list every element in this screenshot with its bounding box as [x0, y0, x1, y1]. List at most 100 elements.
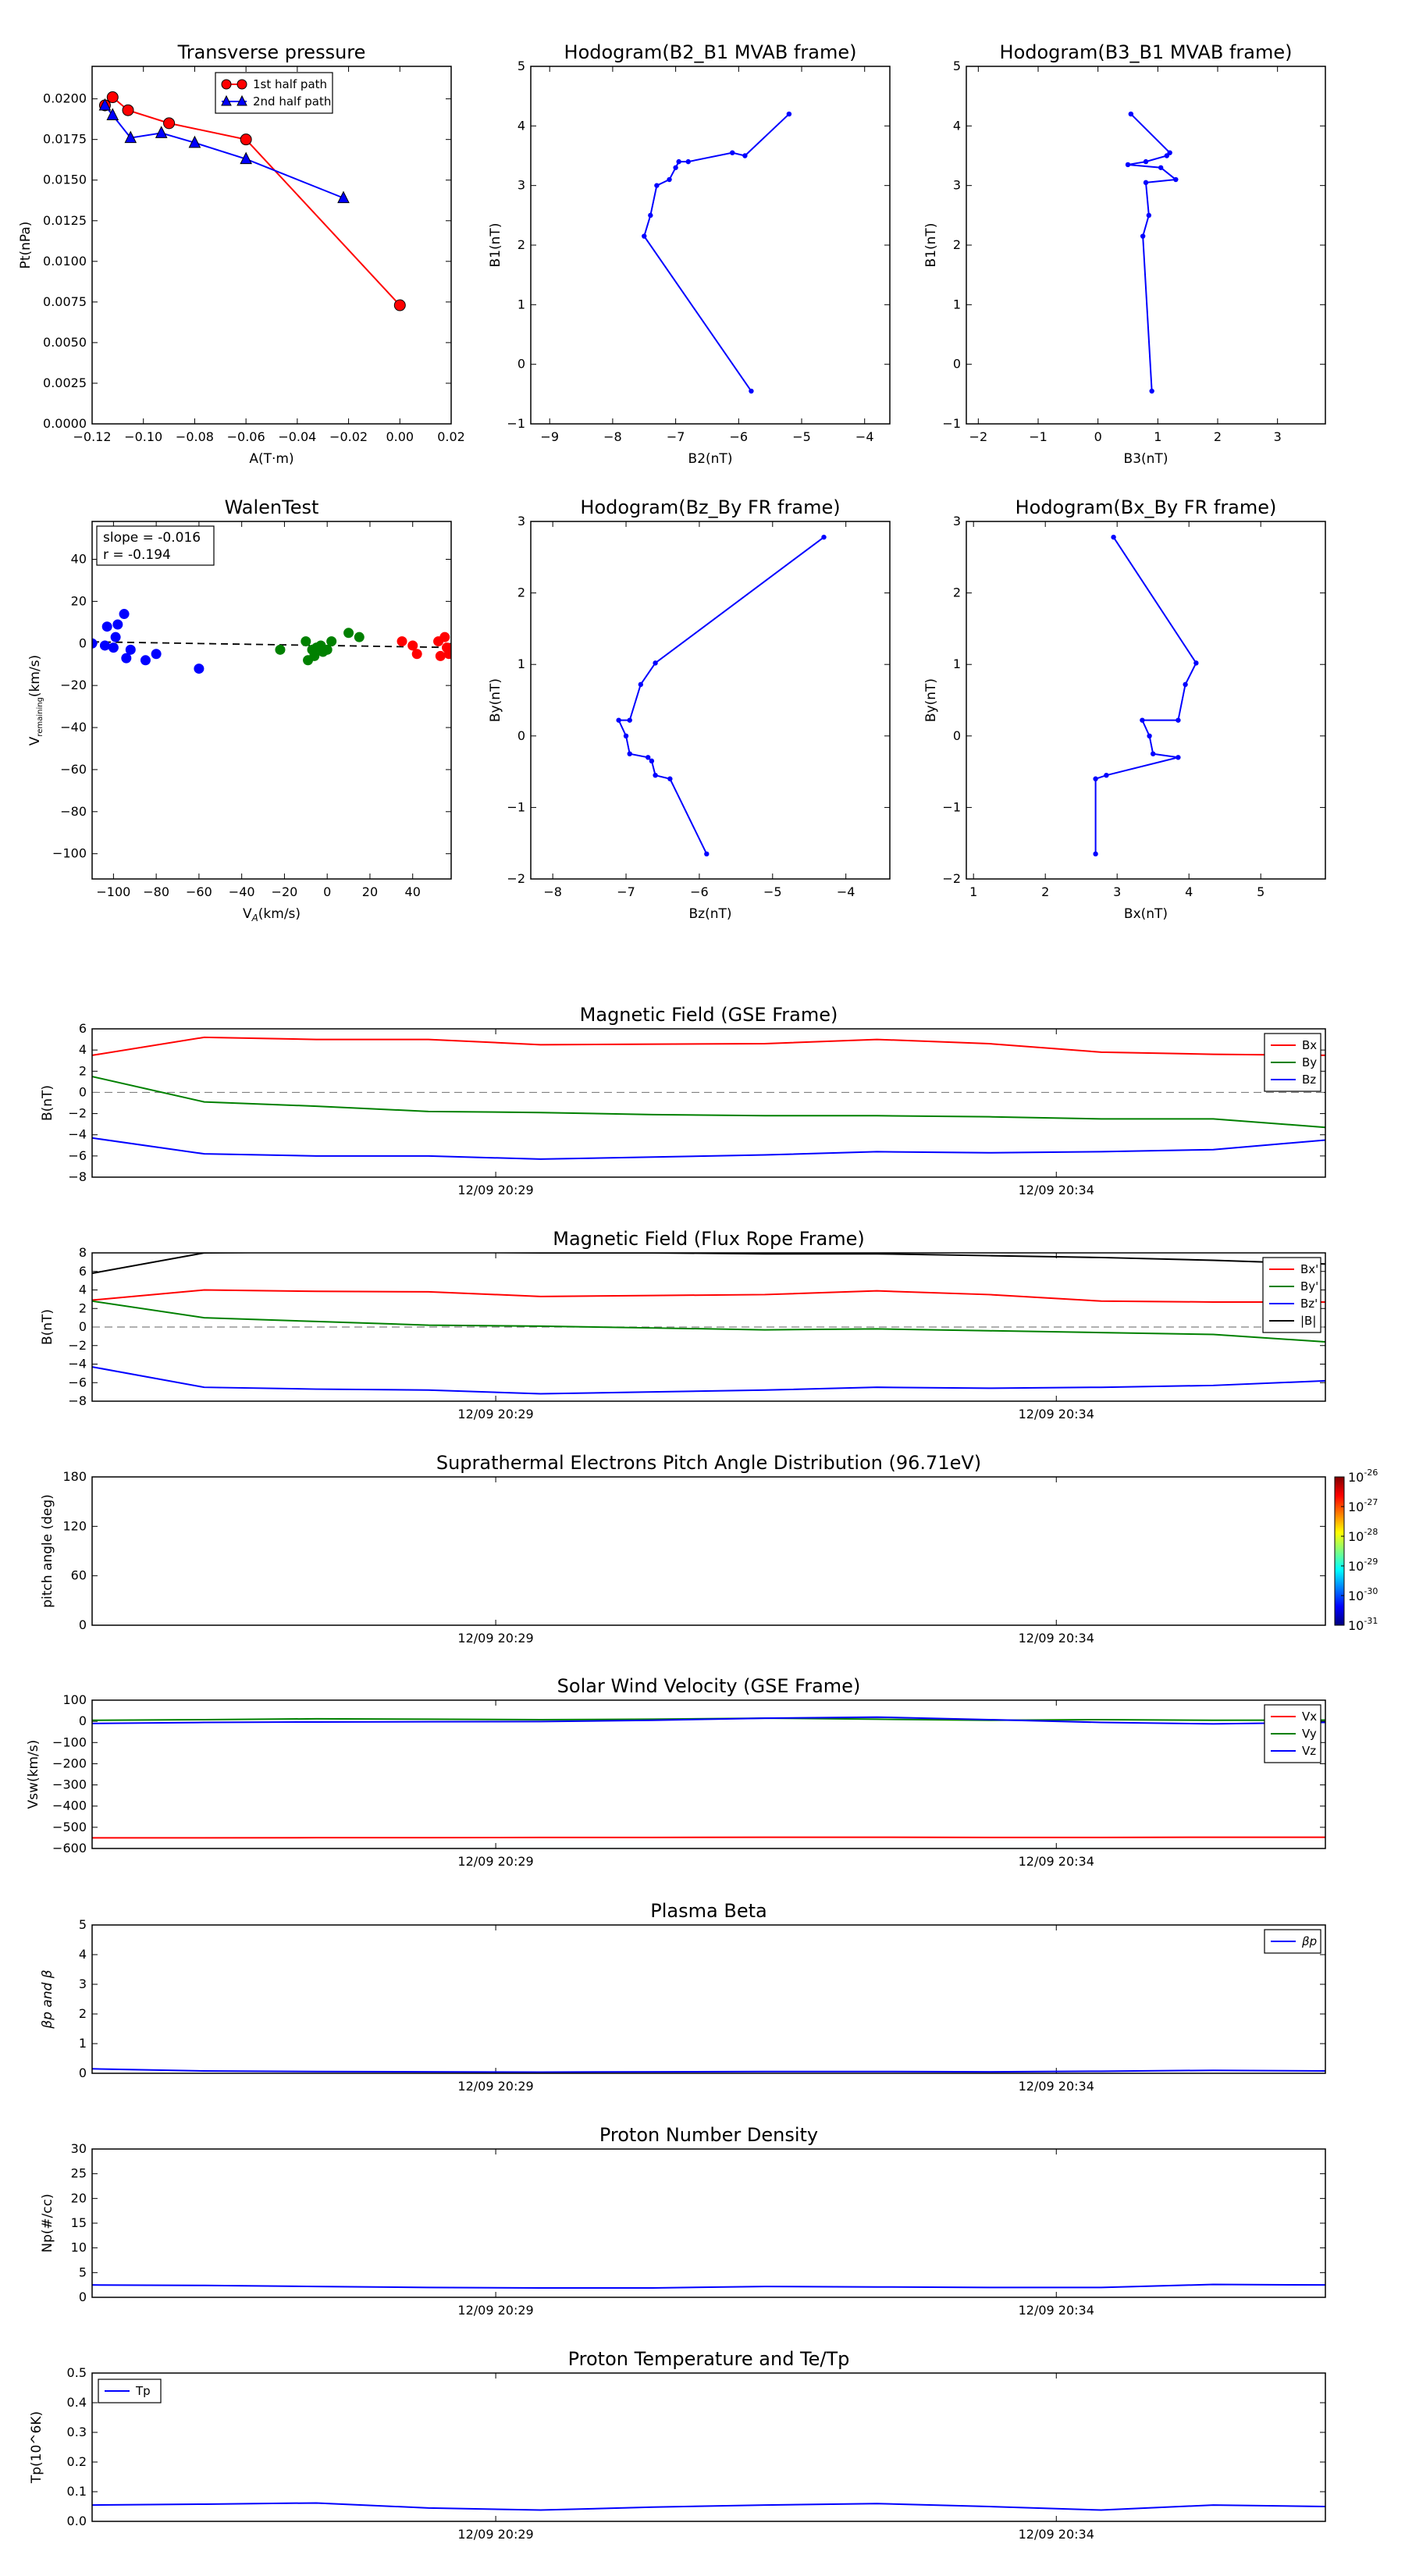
proton-temperature-frame	[91, 2372, 1326, 2522]
hodogram-bz-by-ytick-label: 0	[518, 728, 525, 743]
colorbar-exponent: -30	[1364, 1586, 1378, 1596]
mag-fr-ylabel: B(nT)	[40, 1309, 55, 1345]
hodogram-bz-by-ytick-label: 3	[518, 514, 525, 528]
hodogram-bz-by-title: Hodogram(Bz_By FR frame)	[580, 496, 840, 518]
colorbar-exponent: -28	[1364, 1527, 1378, 1537]
hodogram-b3-b1-ylabel: B1(nT)	[923, 223, 939, 268]
sw-velocity-panel: Solar Wind Velocity (GSE Frame) −600 −500 −…	[26, 1675, 1326, 1869]
mag-fr-ytick-label: 4	[79, 1283, 87, 1297]
mag-gse-series-bz-line	[92, 1137, 1325, 1160]
proton-temperature-series-tp-line	[92, 2502, 1325, 2511]
mag-fr-panel: Magnetic Field (Flux Rope Frame) −8 −6 −4 −2…	[40, 1228, 1326, 1421]
hodogram-b3-b1-series-0-point	[1173, 176, 1179, 183]
walen-test-xtick-label: −60	[186, 884, 212, 899]
walen-test-xlabel: VA(km/s)	[243, 906, 301, 923]
mag-gse-title: Magnetic Field (GSE Frame)	[580, 1004, 838, 1026]
hodogram-bx-by-ytick-label: −2	[942, 871, 961, 886]
proton-temperature-ytick-label: 0.0	[67, 2514, 87, 2528]
mag-fr-title: Magnetic Field (Flux Rope Frame)	[553, 1228, 864, 1250]
transverse-pressure-xtick-label: −0.06	[227, 429, 265, 444]
mag-fr-ytick-label: 2	[79, 1300, 87, 1315]
mag-gse-legend-label: By	[1302, 1055, 1317, 1069]
mag-fr-ytick-label: −4	[68, 1357, 87, 1372]
transverse-pressure-legend-marker	[237, 79, 247, 90]
hodogram-bx-by-ytick-label: 3	[953, 514, 961, 528]
pitch-angle-ytick-label: 60	[71, 1568, 87, 1583]
figure-canvas: Transverse pressure0.00000.00250.00500.0…	[18, 41, 1378, 2542]
plasma-beta-data	[92, 2068, 1325, 2073]
walen-test-series-2-point	[411, 649, 422, 660]
hodogram-bx-by-series-0-point	[1093, 851, 1098, 857]
transverse-pressure-xtick-label: −0.12	[73, 429, 111, 444]
pitch-angle-ytick-label: 0	[79, 1617, 87, 1632]
proton-density-data	[92, 2283, 1325, 2289]
proton-density-ytick-label: 0	[79, 2290, 87, 2304]
transverse-pressure-title: Transverse pressure	[177, 41, 366, 63]
colorbar-base: 10	[1348, 1529, 1364, 1544]
hodogram-b2-b1-series-0-point	[685, 158, 691, 165]
walen-test-series-1-point	[326, 636, 337, 647]
mag-gse-legend-label: Bz	[1302, 1073, 1316, 1087]
mag-fr-legend-label: Bz'	[1300, 1297, 1318, 1311]
walen-test-xtick-label: 0	[323, 884, 331, 899]
hodogram-b2-b1-title: Hodogram(B2_B1 MVAB frame)	[564, 41, 857, 63]
hodogram-b2-b1-xtick-label: −4	[855, 429, 874, 444]
proton-density-frame	[91, 2148, 1326, 2298]
hodogram-b3-b1-series-0-point	[1125, 162, 1131, 168]
pitch-angle-colorbar-label: 10-28	[1348, 1527, 1378, 1544]
hodogram-bz-by-series-0-point	[653, 772, 658, 778]
mag-gse-legend-label: Bx	[1302, 1038, 1317, 1052]
hodogram-b3-b1-ytick-label: 5	[953, 59, 961, 73]
hodogram-b2-b1-ylabel: B1(nT)	[488, 223, 503, 268]
hodogram-bz-by-series-0-point	[627, 717, 632, 723]
mag-gse-ytick-label: −6	[68, 1148, 87, 1163]
pitch-angle-panel: Suprathermal Electrons Pitch Angle Distr…	[40, 1452, 1378, 1646]
proton-density-xtick-label: 12/09 20:29	[457, 2303, 533, 2318]
transverse-pressure-panel: Transverse pressure0.00000.00250.00500.0…	[18, 41, 465, 467]
hodogram-b3-b1-series-0-point	[1143, 158, 1149, 165]
pitch-angle-ytick-label: 120	[62, 1518, 87, 1533]
transverse-pressure-xlabel: A(T·m)	[249, 451, 293, 467]
proton-density-ytick-label: 30	[71, 2141, 87, 2156]
colorbar-exponent: -31	[1364, 1616, 1378, 1626]
proton-density-series-0-line	[92, 2283, 1325, 2289]
hodogram-bz-by-ytick-label: −2	[507, 871, 525, 886]
figure-layer: Transverse pressure0.00000.00250.00500.0…	[18, 41, 1378, 2542]
walen-test-xtick-label: −100	[96, 884, 130, 899]
mag-fr-ytick-label: 6	[79, 1264, 87, 1279]
hodogram-bx-by-ytick-label: 1	[953, 656, 961, 671]
hodogram-bx-by-data	[1093, 534, 1199, 857]
hodogram-bz-by-series-0-line	[617, 536, 825, 855]
hodogram-b3-b1-ytick-label: 0	[953, 357, 961, 372]
colorbar-exponent: -27	[1364, 1497, 1378, 1507]
hodogram-b2-b1-ytick-label: 2	[518, 237, 525, 252]
hodogram-b3-b1-xlabel: B3(nT)	[1124, 451, 1168, 467]
walen-test-data	[92, 609, 451, 674]
hodogram-bz-by-ytick-label: 2	[518, 585, 525, 600]
transverse-pressure-series-1sthalfpath-point	[163, 117, 176, 130]
mag-gse-series-by-line	[92, 1076, 1325, 1129]
hodogram-bx-by-xlabel: Bx(nT)	[1124, 906, 1168, 922]
colorbar-base: 10	[1348, 1470, 1364, 1485]
plasma-beta-ytick-label: 0	[79, 2065, 87, 2080]
mag-fr-ytick-label: −8	[68, 1393, 87, 1408]
walen-test-series-2-point	[407, 640, 418, 651]
transverse-pressure-series-1sthalfpath-point	[122, 104, 134, 116]
xlabel-v: V	[243, 906, 252, 922]
hodogram-bx-by-xtick-label: 2	[1041, 884, 1049, 899]
plasma-beta-xtick-label: 12/09 20:34	[1019, 2079, 1094, 2094]
mag-fr-legend-label: Bx'	[1300, 1262, 1318, 1276]
hodogram-bx-by-series-0-point	[1183, 681, 1188, 688]
plasma-beta-title: Plasma Beta	[650, 1900, 767, 1922]
hodogram-b3-b1-series-0-point	[1146, 212, 1152, 219]
hodogram-bx-by-xtick-label: 3	[1113, 884, 1121, 899]
hodogram-bz-by-xtick-label: −5	[763, 884, 782, 899]
transverse-pressure-series-1sthalfpath-line	[104, 96, 401, 306]
mag-fr-ytick-label: −2	[68, 1338, 87, 1353]
sw-velocity-ytick-label: 0	[79, 1713, 87, 1728]
proton-density-ytick-label: 10	[71, 2240, 87, 2255]
transverse-pressure-ytick-label: 0.0025	[43, 375, 87, 390]
mag-gse-ylabel: B(nT)	[40, 1085, 55, 1121]
mag-fr-ytick-label: 0	[79, 1319, 87, 1334]
walen-test-series-1-point	[275, 644, 286, 655]
